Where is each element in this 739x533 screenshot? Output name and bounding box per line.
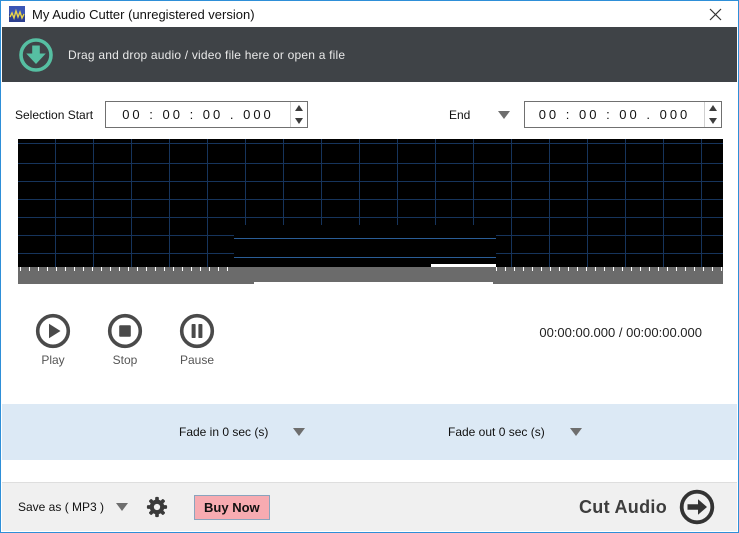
selection-start-input[interactable]: 00 : 00 : 00 . 000 — [105, 101, 308, 128]
cut-audio-label: Cut Audio — [578, 496, 667, 517]
spin-up-button[interactable] — [705, 102, 721, 115]
app-logo-icon — [9, 6, 25, 22]
cut-audio-arrow-icon[interactable] — [679, 489, 715, 525]
gear-icon — [146, 496, 168, 518]
app-window: My Audio Cutter (unregistered version) D… — [0, 0, 739, 533]
selection-start-value[interactable]: 00 : 00 : 00 . 000 — [106, 102, 290, 127]
fade-out-dropdown[interactable]: Fade out 0 sec (s) — [448, 404, 582, 460]
settings-button[interactable] — [146, 496, 168, 518]
selection-row: Selection Start 00 : 00 : 00 . 000 End 0… — [1, 101, 738, 129]
play-icon — [35, 313, 71, 349]
ruler-highlight — [254, 282, 493, 284]
close-button[interactable] — [700, 1, 730, 27]
stop-label: Stop — [112, 353, 138, 367]
pause-icon — [179, 313, 215, 349]
stop-icon — [107, 313, 143, 349]
time-display: 00:00:00.000 / 00:00:00.000 — [539, 325, 702, 340]
channel-zero-line — [234, 238, 496, 239]
title-bar: My Audio Cutter (unregistered version) — [1, 1, 738, 27]
end-dropdown[interactable]: End — [449, 108, 511, 122]
buy-now-label: Buy Now — [204, 499, 260, 515]
chevron-down-icon[interactable] — [116, 503, 129, 511]
window-title: My Audio Cutter (unregistered version) — [32, 6, 255, 22]
waveform-display[interactable] — [18, 139, 723, 285]
channel-zero-line — [234, 257, 496, 258]
fade-in-dropdown[interactable]: Fade in 0 sec (s) — [179, 404, 306, 460]
waveform-trace-area — [234, 225, 496, 267]
selection-end-spinner — [704, 102, 721, 127]
buy-now-button[interactable]: Buy Now — [194, 494, 270, 520]
stop-button[interactable]: Stop — [95, 313, 155, 367]
transport-bar: Play Stop Pause 00:00:00.000 / 00:00:00.… — [1, 313, 738, 373]
ruler-ticks — [20, 267, 234, 271]
save-as-label[interactable]: Save as ( MP3 ) — [18, 500, 104, 514]
chevron-down-icon[interactable] — [569, 428, 582, 436]
pause-label: Pause — [179, 353, 215, 367]
dropzone-text: Drag and drop audio / video file here or… — [68, 47, 346, 62]
close-icon — [709, 8, 721, 20]
spin-up-icon — [295, 105, 303, 112]
drop-zone[interactable]: Drag and drop audio / video file here or… — [2, 27, 737, 82]
spin-up-button[interactable] — [291, 102, 307, 115]
timeline-ruler[interactable] — [18, 267, 723, 284]
spin-down-button[interactable] — [291, 115, 307, 128]
cut-audio-button[interactable]: Cut Audio — [579, 489, 715, 525]
spin-down-icon — [709, 117, 717, 124]
selection-start-spinner — [290, 102, 307, 127]
play-button[interactable]: Play — [23, 313, 83, 367]
spin-down-icon — [295, 117, 303, 124]
chevron-down-icon[interactable] — [293, 428, 306, 436]
selection-end-value[interactable]: 00 : 00 : 00 . 000 — [525, 102, 704, 127]
spin-up-icon — [709, 105, 717, 112]
play-label: Play — [41, 353, 65, 367]
download-icon[interactable] — [18, 37, 54, 73]
spin-down-button[interactable] — [705, 115, 721, 128]
selection-end-input[interactable]: 00 : 00 : 00 . 000 — [524, 101, 722, 128]
fade-bar: Fade in 0 sec (s) Fade out 0 sec (s) — [2, 404, 737, 460]
footer-bar: Save as ( MP3 ) Buy Now Cut Audio — [2, 482, 737, 531]
fade-out-label: Fade out 0 sec (s) — [448, 425, 545, 439]
fade-in-label: Fade in 0 sec (s) — [179, 425, 269, 439]
selection-start-label: Selection Start — [15, 108, 94, 122]
ruler-ticks — [496, 267, 722, 271]
waveform-grid[interactable] — [18, 139, 723, 267]
end-label: End — [449, 108, 471, 122]
chevron-down-icon[interactable] — [498, 111, 511, 119]
pause-button[interactable]: Pause — [167, 313, 227, 367]
